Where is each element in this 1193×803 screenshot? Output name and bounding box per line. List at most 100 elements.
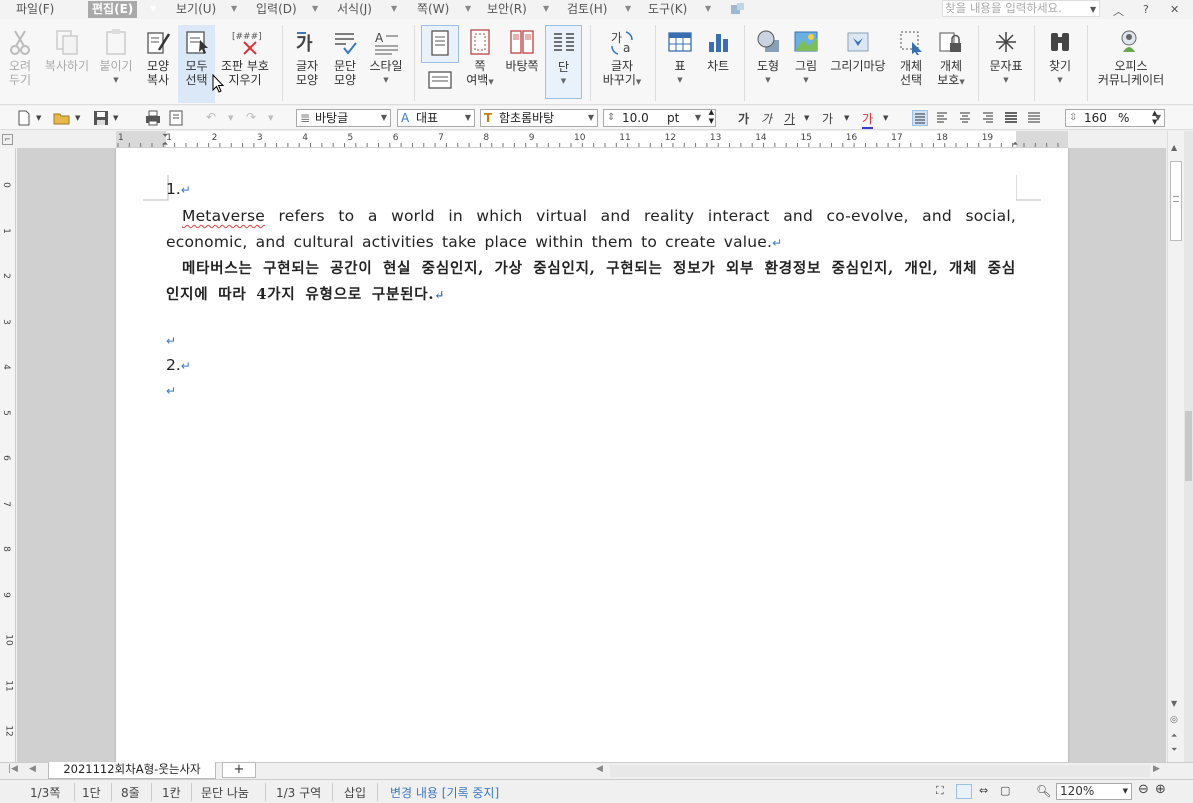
page-margin-button[interactable]: 쪽 여백▼ [462, 25, 498, 103]
replace-char-button[interactable]: 가a 글자 바꾸기▼ [598, 25, 646, 103]
horizontal-scrollbar[interactable] [610, 765, 1150, 777]
horizontal-ruler[interactable]: 1 1 2 3 4 5 6 7 8 9 10 11 12 13 14 15 16 17 18 19 ⏷ ⏶ ⏶ [116, 131, 1068, 148]
puzzle-icon[interactable] [730, 2, 746, 16]
redo-dropdown-icon[interactable]: ▼ [268, 114, 273, 122]
search-dropdown-icon[interactable]: ▼ [1090, 5, 1096, 14]
picture-button[interactable]: 그림 ▼ [788, 25, 824, 103]
remove-codes-button[interactable]: [###] 조판 부호 지우기 [217, 25, 273, 103]
menu-edit-caret-icon[interactable]: ▼ [150, 4, 156, 13]
zoom-out-icon[interactable]: ⊖ [1138, 782, 1149, 797]
view-full-icon[interactable]: ▢ [1000, 784, 1010, 797]
open-folder-icon[interactable] [53, 110, 70, 126]
document-canvas[interactable]: 1.↵ Metaverse refers to a world in which… [17, 148, 1166, 762]
paste-button[interactable]: 붙이기 ▼ [96, 25, 136, 103]
undo-dropdown-icon[interactable]: ▼ [228, 114, 233, 122]
menu-insert[interactable]: 입력(D) [252, 1, 301, 18]
menu-security-caret-icon[interactable]: ▼ [543, 4, 549, 13]
print-icon[interactable] [145, 110, 161, 126]
format-copy-button[interactable]: 모양 복사 [140, 25, 176, 103]
document-page[interactable]: 1.↵ Metaverse refers to a world in which… [116, 148, 1068, 762]
save-dropdown-icon[interactable]: ▼ [113, 114, 118, 122]
help-icon[interactable]: ? [1143, 3, 1149, 16]
object-select-button[interactable]: 개체 선택 [893, 25, 929, 103]
shape-button[interactable]: 도형 ▼ [750, 25, 786, 103]
copy-button[interactable]: 복사하기 [40, 25, 94, 103]
select-all-button[interactable]: 모두 선택 [178, 25, 215, 103]
status-page[interactable]: 1/3쪽 [30, 784, 60, 801]
style-combo[interactable]: ≣ 바탕글 ▼ [296, 109, 391, 127]
empty-paragraph[interactable]: ↵ [166, 328, 1016, 353]
underline-icon[interactable]: 가 [784, 110, 795, 127]
background-page-button[interactable]: 바탕쪽 [501, 25, 543, 103]
line-spacing-spinner-icon[interactable]: ▲ ▼ [1152, 109, 1157, 127]
align-center-icon[interactable] [958, 110, 974, 126]
menu-insert-caret-icon[interactable]: ▼ [312, 4, 318, 13]
underline-dropdown-icon[interactable]: ▼ [804, 114, 809, 122]
ruler-toggle-icon[interactable]: ⌐ [2, 134, 13, 145]
font-size-combo[interactable]: ⇕ 10.0 pt ▼ ▲ ▼ [603, 108, 716, 127]
redo-icon[interactable]: ↷ [246, 110, 256, 124]
vertical-ruler[interactable]: 0 1 2 3 4 5 6 7 8 9 10 11 12 [0, 148, 16, 762]
empty-paragraph[interactable]: ↵ [166, 378, 1016, 403]
font-combo[interactable]: T 함초롬바탕 ▼ [480, 109, 598, 127]
menu-view[interactable]: 보기(U) [172, 1, 220, 18]
menu-review[interactable]: 검토(H) [563, 1, 611, 18]
font-color-dropdown-icon[interactable]: ▼ [883, 114, 888, 122]
new-dropdown-icon[interactable]: ▼ [36, 114, 41, 122]
size-spinner-icon[interactable]: ▲ ▼ [709, 108, 714, 126]
select-browse-icon[interactable]: ◎ [1170, 715, 1178, 725]
status-track-changes[interactable]: 변경 내용 [기록 중지] [390, 784, 499, 801]
char-shape-button[interactable]: 가 글자 모양 [289, 25, 325, 103]
chart-button[interactable]: 차트 [700, 25, 736, 103]
menu-edit[interactable]: 편집(E) [88, 1, 138, 18]
italic-icon[interactable]: 가 [761, 110, 772, 127]
line-spacing-combo[interactable]: ⇳ 160 % ▼ [1065, 109, 1165, 127]
list-item-1[interactable]: 1.↵ [166, 176, 1016, 203]
menu-page[interactable]: 쪽(W) [413, 1, 453, 18]
hscroll-right-icon[interactable]: ▶ [1153, 764, 1160, 774]
menu-tools-caret-icon[interactable]: ▼ [705, 4, 711, 13]
align-left-icon[interactable] [935, 110, 951, 126]
align-distribute-icon[interactable] [1004, 110, 1020, 126]
view-width-icon[interactable]: ⇔ [979, 784, 988, 797]
document-tab[interactable]: 2021112회차A형-웃는사자 [48, 762, 216, 779]
view-page-icon[interactable] [956, 784, 972, 799]
menu-format[interactable]: 서식(J) [333, 1, 376, 18]
bold-icon[interactable]: 가 [738, 110, 749, 127]
table-button[interactable]: 표 ▼ [662, 25, 698, 103]
drawing-gallery-button[interactable]: 그리기마당 [826, 25, 890, 103]
open-dropdown-icon[interactable]: ▼ [75, 114, 80, 122]
new-document-icon[interactable] [16, 110, 32, 126]
undo-icon[interactable]: ↶ [206, 110, 216, 124]
align-justify-icon[interactable] [912, 110, 928, 126]
cut-button[interactable]: 오려 두기 [2, 25, 38, 103]
prev-page-icon[interactable]: ⏶ [1171, 731, 1177, 741]
zoom-combo[interactable]: 120% ▼ [1056, 783, 1132, 800]
vertical-scrollbar[interactable]: ▲ ▼ ◎ ⏶ ⏷ [1167, 131, 1184, 762]
ribbon-collapse-icon[interactable]: ︿ [1113, 3, 1124, 19]
font-color-icon[interactable]: 가 [862, 110, 874, 129]
zoom-search-icon[interactable]: 🔍︎ [1036, 784, 1051, 798]
status-insert-mode[interactable]: 삽입 [344, 784, 366, 801]
align-divide-icon[interactable] [1027, 110, 1043, 126]
strikethrough-icon[interactable]: 가 [822, 110, 833, 127]
menu-security[interactable]: 보안(R) [483, 1, 531, 18]
scroll-down-icon[interactable]: ▼ [1171, 699, 1177, 708]
page-portrait-button[interactable] [421, 25, 459, 63]
preview-icon[interactable] [168, 110, 184, 126]
office-communicator-button[interactable]: 오피스 커뮤니케이터 [1093, 25, 1169, 103]
tab-first-icon[interactable]: |◀ [8, 764, 18, 774]
menu-file[interactable]: 파일(F) [12, 1, 58, 18]
english-paragraph[interactable]: Metaverse refers to a world in which vir… [166, 203, 1016, 256]
zoom-in-icon[interactable]: ⊕ [1155, 782, 1166, 797]
list-item-2[interactable]: 2.↵ [166, 353, 1016, 378]
scrollbar-thumb[interactable] [1170, 161, 1182, 241]
menu-view-caret-icon[interactable]: ▼ [231, 4, 237, 13]
korean-paragraph[interactable]: 메타버스는 구현되는 공간이 현실 중심인지, 가상 중심인지, 구현되는 정보… [166, 256, 1016, 308]
align-right-icon[interactable] [981, 110, 997, 126]
menu-page-caret-icon[interactable]: ▼ [465, 4, 471, 13]
object-protect-button[interactable]: 개체 보호▼ [931, 25, 971, 103]
next-page-icon[interactable]: ⏷ [1171, 745, 1177, 755]
hscroll-left-icon[interactable]: ◀ [596, 764, 603, 774]
close-icon[interactable]: ✕ [1170, 3, 1179, 16]
